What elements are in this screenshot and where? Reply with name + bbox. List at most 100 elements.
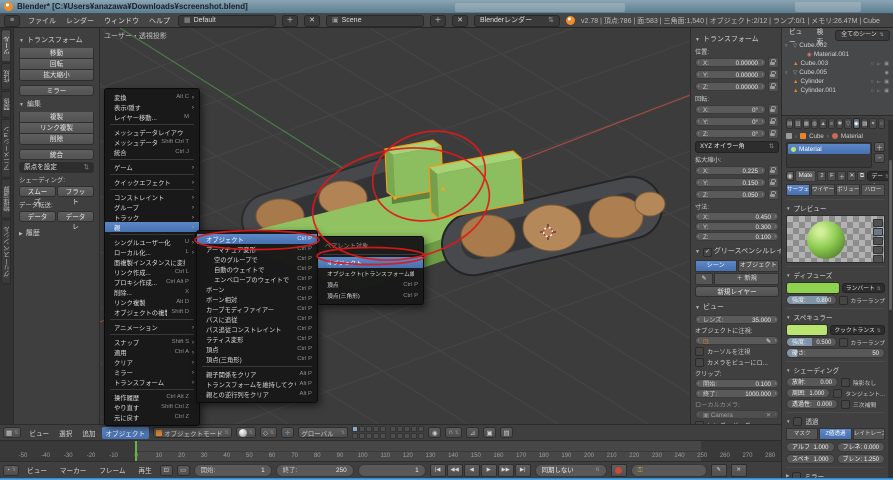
submenu-item[interactable]: アーマチュア変形 Ctrl P: [197, 244, 317, 254]
outliner-item[interactable]: ◉ Material.001: [785, 50, 890, 59]
scale-field[interactable]: Z:0.050: [695, 190, 766, 199]
properties-tab[interactable]: ○: [878, 118, 885, 129]
dimension-field[interactable]: X:0.450: [695, 212, 779, 221]
preview-panel-header[interactable]: プレビュー: [786, 203, 885, 213]
diffuse-ramp-checkbox[interactable]: [839, 296, 848, 305]
context-menu-item[interactable]: アニメーション: [105, 322, 199, 332]
lock-icon[interactable]: [768, 81, 779, 92]
layer-cell[interactable]: [397, 433, 403, 439]
restriction-icons[interactable]: ○ ▻ ▣: [871, 88, 890, 94]
lock-icon[interactable]: [768, 177, 779, 188]
editor-type-button[interactable]: ◔⇅: [3, 465, 19, 476]
toolshelf-tab[interactable]: 作成: [1, 63, 11, 90]
history-panel-header[interactable]: 履歴: [19, 228, 94, 238]
submenu-item[interactable]: オブジェクト Ctrl P: [197, 234, 317, 244]
context-menu-item[interactable]: 操作履歴 Ctrl Alt Z: [105, 392, 199, 402]
preview-cube-button[interactable]: [873, 237, 883, 245]
keying-set-field[interactable]: ⚿: [631, 464, 707, 477]
join-button[interactable]: 統合: [19, 149, 94, 160]
submenu-item[interactable]: 空のグループで Ctrl P: [197, 254, 317, 264]
context-menu-item[interactable]: クイックエフェクト: [105, 177, 199, 187]
close-scene-button[interactable]: ✕: [452, 15, 468, 27]
context-menu-item[interactable]: クリア: [105, 357, 199, 367]
shading-value-field[interactable]: 透過性:0.000: [786, 399, 838, 409]
context-menu-item[interactable]: トランスフォーム: [105, 377, 199, 387]
breadcrumb-material[interactable]: Material: [841, 133, 863, 140]
preview-range-toggle[interactable]: ⊡: [160, 465, 173, 476]
outliner-filter-dropdown[interactable]: 全てのシーン⇅: [835, 30, 890, 41]
opengl-render-anim-button[interactable]: ▤: [500, 427, 513, 438]
fake-user-button[interactable]: F: [827, 171, 836, 181]
material-slot-row[interactable]: Material: [788, 144, 870, 154]
outliner-item[interactable]: ▿ ▽ Cube.002: [785, 41, 890, 50]
layer-cell[interactable]: [359, 433, 365, 439]
submenu-item[interactable]: 頂点(三角形) Ctrl P: [197, 354, 317, 364]
material-name-field[interactable]: Mate: [795, 170, 817, 182]
restriction-icons[interactable]: ○ ▻ ▣: [871, 61, 890, 67]
diffuse-color-swatch[interactable]: [786, 282, 840, 294]
material-type-button[interactable]: ボリューム: [836, 184, 860, 196]
grease-pencil-checkbox[interactable]: [703, 248, 712, 257]
layer-grid[interactable]: [352, 426, 386, 439]
outliner-item[interactable]: ▲ Cylinder.001 ○ ▻ ▣: [785, 86, 890, 95]
viewport-shading-dropdown[interactable]: ⇅: [236, 427, 256, 438]
shading-panel-header[interactable]: シェーディング: [786, 365, 885, 375]
opengl-render-button[interactable]: ▣: [483, 427, 496, 438]
material-type-button[interactable]: ワイヤー: [811, 184, 835, 196]
frame-start-field[interactable]: 開始:1: [194, 464, 272, 477]
preview-flat-button[interactable]: [873, 219, 883, 227]
local-camera-field[interactable]: ▣Camera✕: [695, 410, 779, 419]
layer-cell[interactable]: [380, 433, 386, 439]
manipulator-toggle[interactable]: ✛: [281, 427, 294, 438]
specular-panel-header[interactable]: スペキュラー: [786, 312, 885, 322]
edit-panel-header[interactable]: 編集: [19, 99, 94, 109]
outliner[interactable]: ビュー 検索 全てのシーン⇅ ▿ ▽ Cube.002 ◉ Material.0…: [782, 28, 893, 116]
shading-checkbox[interactable]: [833, 389, 842, 398]
lock-to-object-field[interactable]: ◳✎: [695, 336, 779, 345]
sync-dropdown[interactable]: 同期しない⇅: [535, 464, 607, 477]
edit-tool-button[interactable]: 複製: [19, 112, 94, 123]
layer-grid[interactable]: [390, 426, 424, 439]
topbar-menu[interactable]: レンダー: [64, 16, 96, 26]
playhead[interactable]: [135, 441, 137, 461]
location-field[interactable]: X:0.00000: [695, 58, 766, 67]
diffuse-shader-dropdown[interactable]: ランバート⇅: [842, 283, 885, 293]
submenu-item[interactable]: エンベロープのウェイトで Ctrl P: [197, 274, 317, 284]
submenu-item[interactable]: パス追従コンストレイント Ctrl P: [197, 324, 317, 334]
properties-tab[interactable]: ≡: [828, 118, 835, 129]
transform-panel-header[interactable]: トランスフォーム: [19, 35, 94, 45]
gp-draw-icon[interactable]: ✎: [695, 273, 713, 285]
context-menu-item[interactable]: リンク複製 Alt D: [105, 297, 199, 307]
layer-cell[interactable]: [404, 433, 410, 439]
specular-ramp-checkbox[interactable]: [839, 338, 848, 347]
disclosure-icon[interactable]: ▿: [785, 70, 791, 76]
topbar-menu[interactable]: ヘルプ: [147, 16, 172, 26]
preview-hair-button[interactable]: [873, 255, 883, 263]
properties-tab[interactable]: ▥: [794, 118, 801, 129]
context-menu-item[interactable]: シングルユーザー化 U: [105, 237, 199, 247]
disclosure-icon[interactable]: ▿: [785, 43, 791, 49]
location-field[interactable]: Y:0.00000: [695, 70, 766, 79]
header-menu[interactable]: ビュー: [25, 427, 53, 439]
layer-cell[interactable]: [418, 426, 424, 432]
specular-intensity-slider[interactable]: 強度:0.500: [786, 337, 837, 347]
transparency-mode-button[interactable]: Z値透過: [819, 428, 851, 440]
shading-value-field[interactable]: 周囲:1.000: [786, 388, 830, 398]
header-menu[interactable]: オブジェクト: [102, 427, 150, 439]
set-origin-dropdown[interactable]: 原点を設定 ⇅: [19, 162, 94, 173]
lock-icon[interactable]: [768, 104, 779, 115]
properties-tab[interactable]: ▲: [819, 118, 826, 129]
mirror-button[interactable]: ミラー: [19, 85, 94, 96]
lock-icon[interactable]: [768, 165, 779, 176]
add-slot-button[interactable]: ＋: [874, 142, 885, 152]
restriction-icons[interactable]: ◉: [885, 70, 890, 76]
properties-tab[interactable]: ▽: [844, 118, 851, 129]
context-menu-item[interactable]: メッシュデータレイアウトを転送: [105, 127, 199, 137]
lock-camera-checkbox[interactable]: [695, 358, 704, 367]
gp-new-layer-button[interactable]: 新規レイヤー: [695, 286, 779, 297]
data-transfer-button[interactable]: データ: [19, 211, 56, 222]
rotation-field[interactable]: X:0°: [695, 105, 766, 114]
playback-button[interactable]: ▶▶: [498, 464, 514, 477]
editor-type-button[interactable]: ▦⇅: [3, 427, 21, 438]
properties-tab[interactable]: ▦: [803, 118, 810, 129]
